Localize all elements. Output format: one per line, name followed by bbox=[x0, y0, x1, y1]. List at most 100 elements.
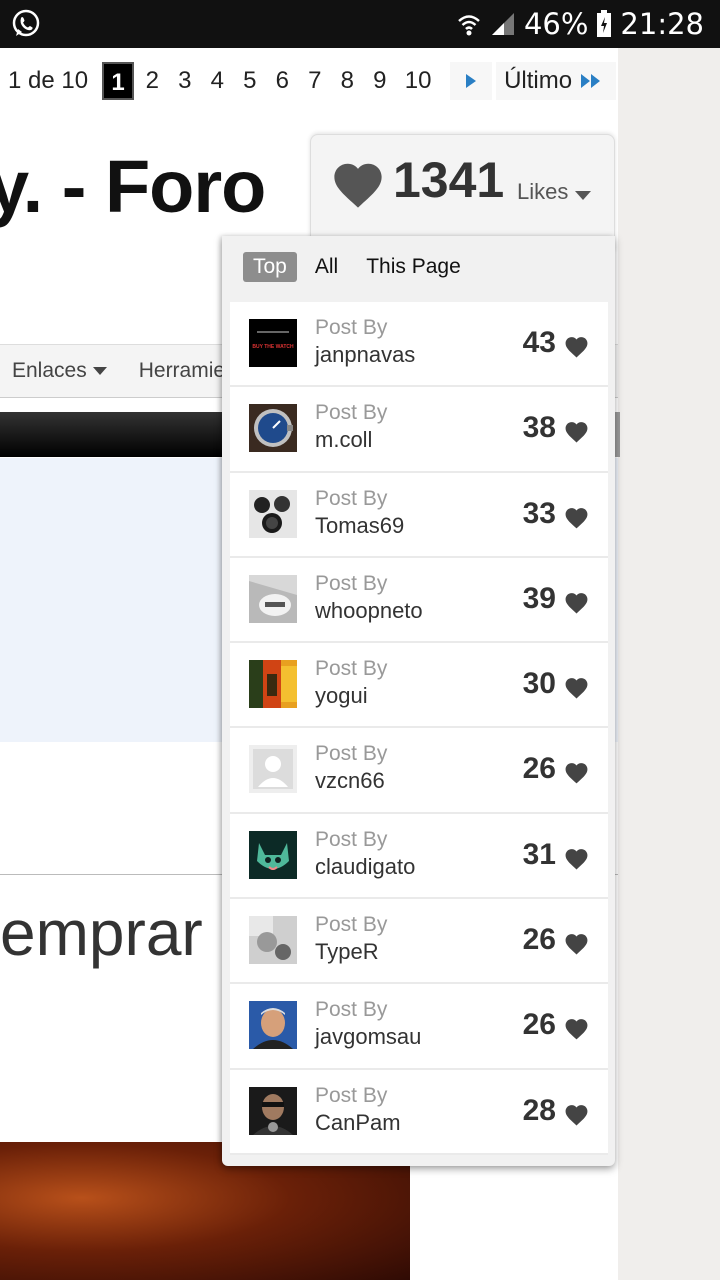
list-item[interactable]: Post By m.coll 38 bbox=[230, 387, 608, 473]
username: TypeR bbox=[315, 939, 379, 965]
heart-icon bbox=[565, 678, 588, 699]
next-page-button[interactable] bbox=[450, 62, 493, 100]
page-link-4[interactable]: 4 bbox=[201, 67, 234, 95]
list-item[interactable]: BUY THE WATCH Post By janpnavas 43 bbox=[230, 302, 608, 388]
post-by-label: Post By bbox=[315, 913, 388, 937]
list-item[interactable]: Post By CanPam 28 bbox=[230, 1069, 608, 1155]
post-by-label: Post By bbox=[315, 827, 388, 851]
tab-all[interactable]: All bbox=[305, 252, 348, 282]
page-link-3[interactable]: 3 bbox=[169, 67, 202, 95]
avatar bbox=[249, 1086, 297, 1135]
nav-item-label: Herramie bbox=[138, 359, 226, 382]
username: janpnavas bbox=[315, 342, 416, 367]
page-link-9[interactable]: 9 bbox=[364, 67, 397, 95]
page-count-label: n 1 de 10 bbox=[0, 67, 89, 94]
last-page-button[interactable]: Último bbox=[496, 62, 617, 100]
likes-label: Likes bbox=[517, 179, 569, 204]
list-item[interactable]: Post By yogui 30 bbox=[230, 643, 608, 729]
avatar bbox=[249, 1001, 297, 1050]
caret-down-icon bbox=[92, 367, 107, 375]
likes-count: 26 bbox=[522, 1008, 556, 1042]
likes-count: 26 bbox=[522, 923, 556, 957]
nav-item-label: Enlaces bbox=[12, 359, 87, 382]
post-by-label: Post By bbox=[315, 316, 388, 339]
page-link-2[interactable]: 2 bbox=[136, 67, 169, 95]
post-by-label: Post By bbox=[315, 1083, 388, 1107]
username: claudigato bbox=[315, 853, 416, 879]
heart-icon bbox=[565, 763, 588, 784]
post-by-label: Post By bbox=[315, 657, 388, 681]
likes-count: 38 bbox=[522, 411, 556, 445]
page-link-6[interactable]: 6 bbox=[266, 67, 299, 95]
likes-count: 33 bbox=[522, 496, 556, 530]
nav-item-enlaces[interactable]: Enlaces bbox=[12, 359, 107, 383]
likes-count: 30 bbox=[522, 667, 556, 701]
whatsapp-icon bbox=[12, 9, 40, 37]
list-item[interactable]: Post By TypeR 26 bbox=[230, 899, 608, 985]
heart-icon bbox=[565, 422, 588, 443]
battery-percent: 46% bbox=[523, 7, 589, 41]
wifi-icon bbox=[458, 15, 480, 36]
username: whoopneto bbox=[315, 597, 423, 623]
heart-icon bbox=[565, 848, 588, 870]
username: CanPam bbox=[315, 1109, 401, 1135]
post-by-label: Post By bbox=[315, 401, 388, 425]
list-item[interactable]: Post By Tomas69 33 bbox=[230, 472, 608, 558]
list-item[interactable]: Post By claudigato 31 bbox=[230, 813, 608, 900]
heart-icon bbox=[565, 337, 588, 358]
page-link-7[interactable]: 7 bbox=[299, 67, 332, 95]
play-right-icon bbox=[466, 74, 477, 88]
post-by-label: Post By bbox=[315, 486, 388, 510]
nav-item-herramientas[interactable]: Herramie bbox=[139, 359, 225, 383]
post-by-label: Post By bbox=[315, 742, 388, 766]
avatar bbox=[249, 489, 297, 538]
forum-title: y. - Foro bbox=[0, 145, 266, 228]
avatar-text: BUY THE WATCH bbox=[252, 344, 294, 350]
username: javgomsau bbox=[315, 1024, 422, 1050]
heart-icon bbox=[565, 507, 588, 529]
last-page-label: Último bbox=[504, 67, 573, 94]
fast-forward-icon bbox=[581, 74, 601, 88]
top-posts-list: BUY THE WATCH Post By janpnavas 43 Post … bbox=[230, 302, 608, 1155]
clock: 21:28 bbox=[620, 7, 704, 41]
avatar bbox=[249, 404, 297, 453]
avatar bbox=[249, 830, 297, 879]
tab-top[interactable]: Top bbox=[243, 252, 297, 282]
page-link-5[interactable]: 5 bbox=[234, 67, 267, 95]
page-link-8[interactable]: 8 bbox=[331, 67, 364, 95]
likes-count: 39 bbox=[522, 581, 556, 615]
caret-down-icon bbox=[575, 191, 591, 200]
post-by-label: Post By bbox=[315, 571, 388, 595]
list-item[interactable]: Post By javgomsau 26 bbox=[230, 984, 608, 1070]
avatar bbox=[249, 660, 297, 709]
page-link-1[interactable]: 1 bbox=[102, 62, 135, 100]
likes-header-button[interactable]: 1341 Likes bbox=[310, 134, 615, 252]
pagination: n 1 de 10 1 2 3 4 5 6 7 8 9 10 Último bbox=[0, 60, 617, 102]
total-likes-count: 1341 bbox=[393, 152, 505, 208]
tab-this-page[interactable]: This Page bbox=[356, 252, 471, 282]
signal-icon bbox=[491, 13, 514, 35]
likes-count: 26 bbox=[522, 752, 556, 786]
list-item[interactable]: Post By vzcn66 26 bbox=[230, 728, 608, 814]
avatar bbox=[249, 916, 297, 965]
avatar bbox=[249, 574, 297, 623]
heart-icon bbox=[565, 1019, 588, 1040]
username: m.coll bbox=[315, 427, 373, 453]
heart-icon bbox=[334, 163, 382, 208]
heart-icon bbox=[565, 1104, 588, 1126]
username: vzcn66 bbox=[315, 768, 385, 794]
list-item[interactable]: Post By whoopneto 39 bbox=[230, 557, 608, 644]
avatar: BUY THE WATCH bbox=[249, 319, 297, 367]
likes-count: 31 bbox=[522, 837, 556, 871]
likes-dropdown: Top All This Page BUY THE WATCH Post By … bbox=[222, 236, 615, 1166]
status-bar: 46% 21:28 bbox=[0, 0, 720, 48]
heart-icon bbox=[565, 934, 588, 955]
likes-count: 43 bbox=[522, 326, 556, 359]
web-page: n 1 de 10 1 2 3 4 5 6 7 8 9 10 Último y.… bbox=[0, 48, 720, 1280]
avatar bbox=[249, 745, 297, 794]
likes-count: 28 bbox=[522, 1093, 556, 1127]
likes-tabs: Top All This Page bbox=[243, 252, 479, 282]
post-by-label: Post By bbox=[315, 998, 388, 1022]
post-title-text: emprar bbox=[0, 897, 203, 969]
page-link-10[interactable]: 10 bbox=[396, 67, 440, 95]
